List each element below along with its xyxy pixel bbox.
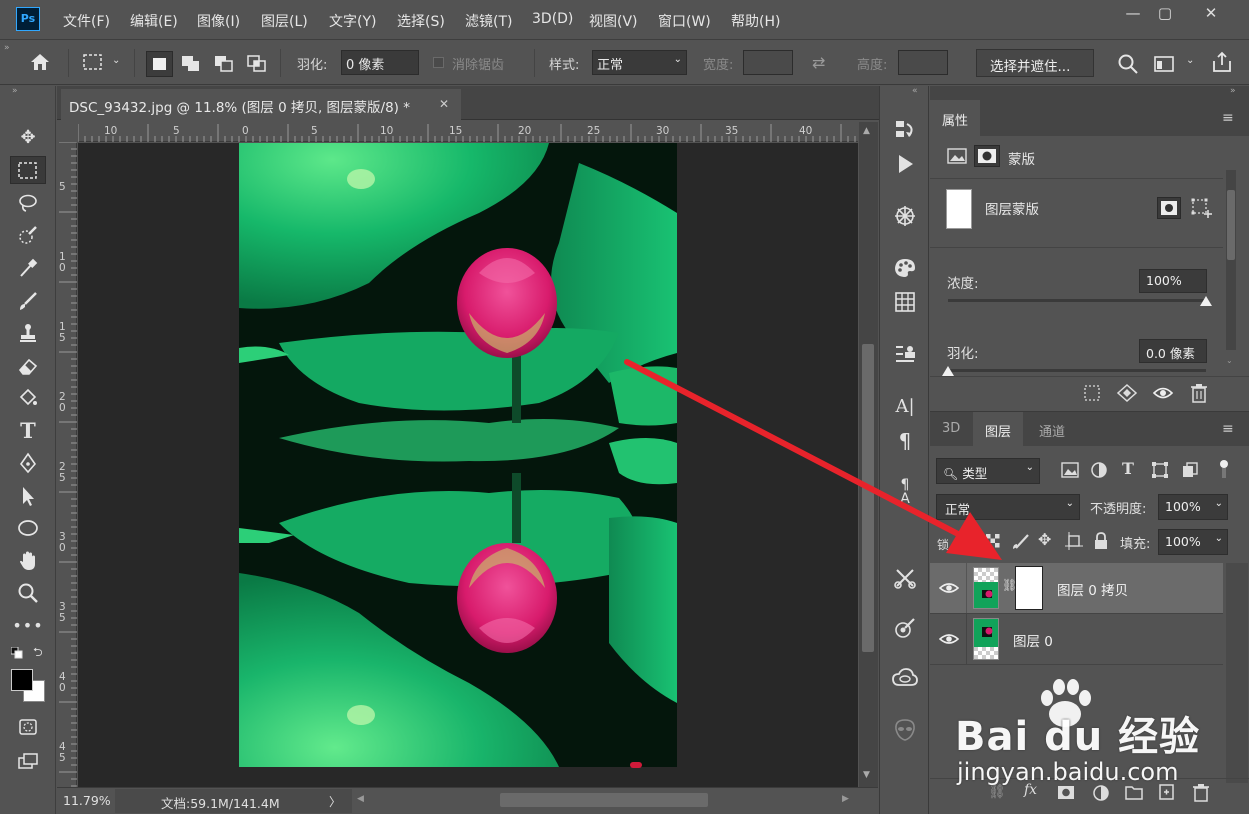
arrow-head xyxy=(946,512,1002,560)
annotation-arrow xyxy=(624,359,1002,560)
arrow-shaft xyxy=(624,359,963,538)
